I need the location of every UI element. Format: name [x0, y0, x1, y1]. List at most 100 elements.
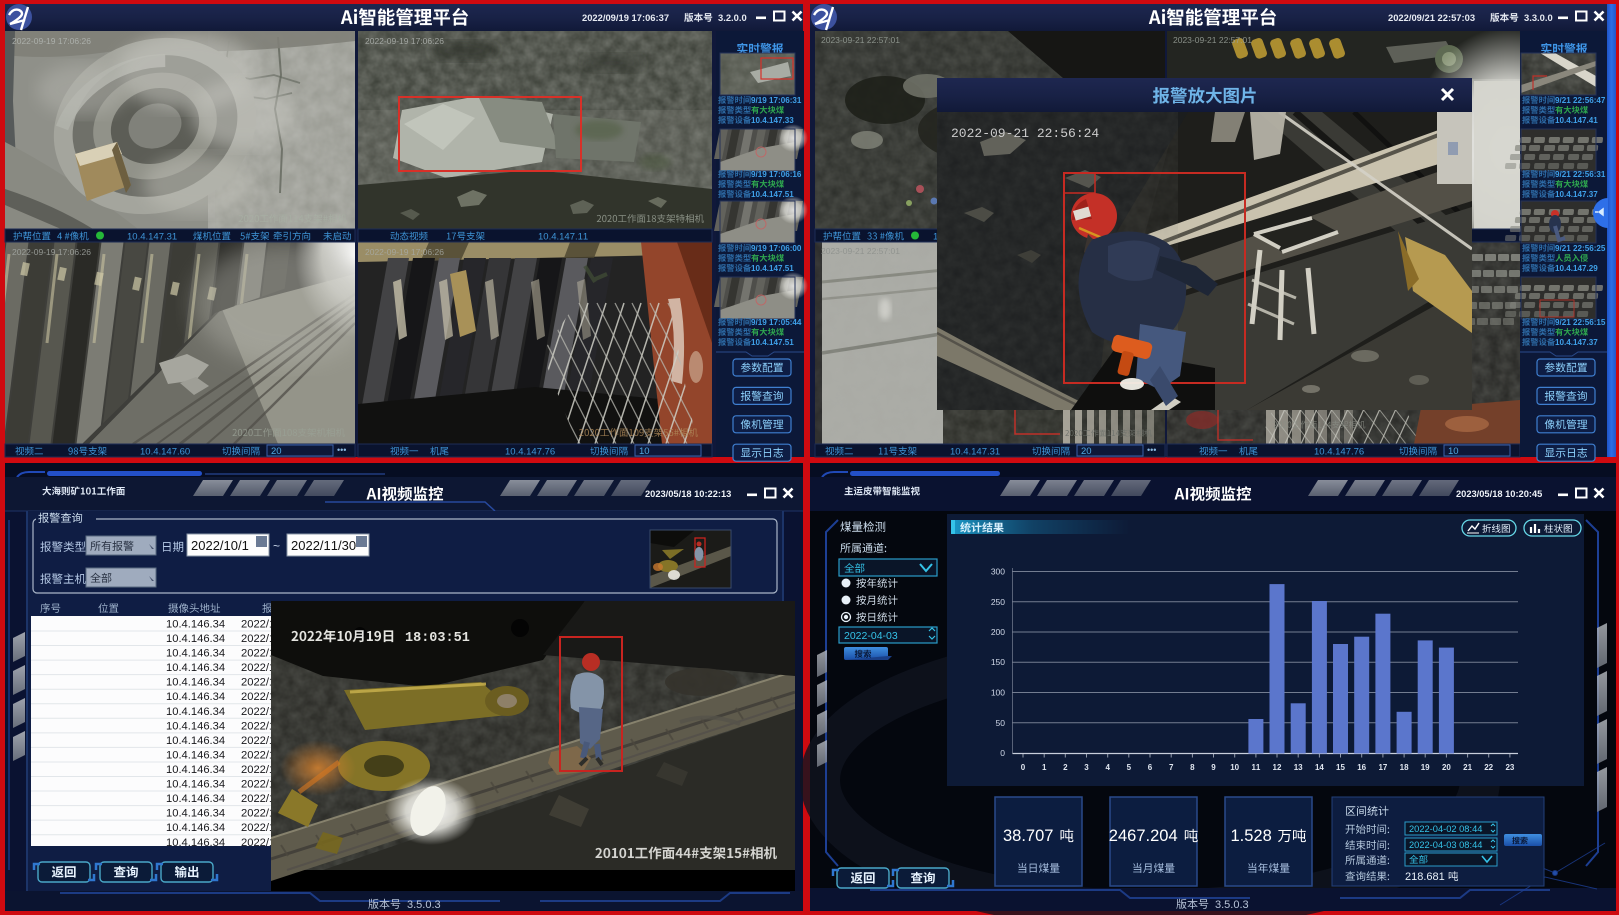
- svg-text:3: 3: [1084, 763, 1089, 772]
- svg-text:2022-09-19 17:06:26: 2022-09-19 17:06:26: [365, 247, 444, 257]
- svg-text:2023-09-21 22:57:01: 2023-09-21 22:57:01: [821, 35, 900, 45]
- svg-text:2022/09/19 17:06:37: 2022/09/19 17:06:37: [582, 12, 669, 23]
- svg-text:9: 9: [1211, 763, 1216, 772]
- svg-text:10.4.146.34: 10.4.146.34: [166, 779, 225, 791]
- svg-text:10.4.147.76: 10.4.147.76: [505, 447, 555, 458]
- svg-text:2022-09-21 22:56:24: 2022-09-21 22:56:24: [951, 126, 1099, 141]
- svg-text:4: 4: [1105, 763, 1110, 772]
- svg-text:23: 23: [1505, 763, 1514, 772]
- svg-text:1: 1: [1042, 763, 1047, 772]
- svg-text:10.4.147.37: 10.4.147.37: [1555, 338, 1598, 347]
- svg-text:14: 14: [1315, 763, 1324, 772]
- svg-text:2467.204: 2467.204: [1109, 827, 1178, 845]
- svg-text:17: 17: [1378, 763, 1387, 772]
- svg-text:10.4.146.34: 10.4.146.34: [166, 633, 225, 645]
- svg-text:10: 10: [1230, 763, 1239, 772]
- svg-text:10.4.146.34: 10.4.146.34: [166, 619, 225, 631]
- svg-text:2023/05/18 10:22:13: 2023/05/18 10:22:13: [645, 489, 731, 499]
- svg-text:2023-09-21 22:57:01: 2023-09-21 22:57:01: [821, 246, 900, 256]
- svg-text:2023/05/18 10:20:45: 2023/05/18 10:20:45: [1456, 489, 1542, 499]
- svg-text:2022-04-03: 2022-04-03: [844, 630, 898, 642]
- svg-text:3.2.0.0: 3.2.0.0: [718, 12, 747, 23]
- svg-text:1.528: 1.528: [1231, 827, 1272, 845]
- svg-text:150: 150: [991, 657, 1005, 667]
- svg-text:9/19 17:06:31: 9/19 17:06:31: [751, 96, 802, 105]
- svg-text:38.707: 38.707: [1003, 827, 1053, 845]
- svg-text:10.4.147.41: 10.4.147.41: [1555, 116, 1598, 125]
- svg-text:9/19 17:05:44: 9/19 17:05:44: [751, 318, 802, 327]
- svg-text:2022/10/1: 2022/10/1: [191, 538, 249, 553]
- svg-text:10.4.146.34: 10.4.146.34: [166, 764, 225, 776]
- svg-text:20: 20: [1442, 763, 1451, 772]
- svg-text:12: 12: [1273, 763, 1282, 772]
- svg-text:16: 16: [1357, 763, 1366, 772]
- svg-text:20: 20: [271, 446, 282, 457]
- svg-text:10.4.147.31: 10.4.147.31: [127, 232, 177, 243]
- svg-text:9/21 22:56:47: 9/21 22:56:47: [1555, 96, 1606, 105]
- svg-text:18: 18: [1400, 763, 1409, 772]
- svg-text:2022-09-19 17:06:26: 2022-09-19 17:06:26: [12, 36, 91, 46]
- svg-text:10.4.146.34: 10.4.146.34: [166, 822, 225, 834]
- svg-text:6: 6: [1148, 763, 1153, 772]
- svg-text:10.4.146.34: 10.4.146.34: [166, 648, 225, 660]
- svg-text:10.4.147.51: 10.4.147.51: [751, 338, 794, 347]
- svg-text:20: 20: [1081, 446, 1092, 457]
- svg-text:218.681: 218.681: [1405, 871, 1445, 883]
- svg-text:10: 10: [1448, 446, 1459, 457]
- svg-text:200: 200: [991, 627, 1005, 637]
- svg-text:21: 21: [1463, 763, 1472, 772]
- svg-text:10.4.146.34: 10.4.146.34: [166, 793, 225, 805]
- svg-text:3.5.0.3: 3.5.0.3: [407, 899, 441, 911]
- svg-text:10.4.146.34: 10.4.146.34: [166, 750, 225, 762]
- svg-text:10.4.146.34: 10.4.146.34: [166, 720, 225, 732]
- svg-text:10.4.147.76: 10.4.147.76: [1314, 447, 1364, 458]
- svg-text:10.4.147.60: 10.4.147.60: [140, 447, 190, 458]
- svg-text:11: 11: [1251, 763, 1260, 772]
- svg-text:2022/09/21 22:57:03: 2022/09/21 22:57:03: [1388, 12, 1475, 23]
- svg-text:10.4.147.29: 10.4.147.29: [1555, 264, 1598, 273]
- svg-text:•••: •••: [337, 445, 346, 455]
- svg-text:10.4.146.34: 10.4.146.34: [166, 808, 225, 820]
- svg-text:9/21 22:56:31: 9/21 22:56:31: [1555, 170, 1606, 179]
- svg-text:7: 7: [1169, 763, 1174, 772]
- svg-text:10.4.147.33: 10.4.147.33: [751, 116, 794, 125]
- svg-text:10.4.146.34: 10.4.146.34: [166, 677, 225, 689]
- svg-text:0: 0: [1021, 763, 1026, 772]
- svg-text:8: 8: [1190, 763, 1195, 772]
- svg-text:22: 22: [1484, 763, 1493, 772]
- svg-text:•••: •••: [1147, 445, 1156, 455]
- svg-text:300: 300: [991, 567, 1005, 577]
- svg-text:10.4.146.34: 10.4.146.34: [166, 735, 225, 747]
- svg-text:19: 19: [1421, 763, 1430, 772]
- svg-text:15: 15: [1336, 763, 1345, 772]
- svg-text:3.3.0.0: 3.3.0.0: [1524, 12, 1553, 23]
- svg-text:2022-09-19 17:06:26: 2022-09-19 17:06:26: [365, 36, 444, 46]
- svg-text:100: 100: [991, 688, 1005, 698]
- svg-text:2022-09-19 17:06:26: 2022-09-19 17:06:26: [12, 247, 91, 257]
- svg-text:10.4.147.11: 10.4.147.11: [538, 232, 588, 243]
- svg-text:~: ~: [273, 539, 280, 553]
- svg-text:0: 0: [1000, 748, 1005, 758]
- svg-text:18:03:51: 18:03:51: [405, 631, 470, 646]
- svg-text:2022-04-03 08:44: 2022-04-03 08:44: [1409, 840, 1482, 850]
- svg-text:9/21 22:56:15: 9/21 22:56:15: [1555, 318, 1606, 327]
- svg-text:13: 13: [1294, 763, 1303, 772]
- svg-text:10.4.147.37: 10.4.147.37: [1555, 190, 1598, 199]
- svg-text:5: 5: [1127, 763, 1132, 772]
- svg-text:9/19 17:06:00: 9/19 17:06:00: [751, 244, 802, 253]
- svg-text:2023-09-21 22:57:01: 2023-09-21 22:57:01: [1173, 35, 1252, 45]
- svg-text:10: 10: [639, 446, 650, 457]
- svg-text:3.5.0.3: 3.5.0.3: [1215, 899, 1249, 911]
- svg-text:10.4.147.31: 10.4.147.31: [950, 447, 1000, 458]
- svg-text:50: 50: [996, 718, 1006, 728]
- svg-text:10.4.146.34: 10.4.146.34: [166, 706, 225, 718]
- svg-text:10.4.146.34: 10.4.146.34: [166, 662, 225, 674]
- svg-text:10.4.147.51: 10.4.147.51: [751, 190, 794, 199]
- svg-text:250: 250: [991, 597, 1005, 607]
- svg-text:2: 2: [1063, 763, 1068, 772]
- svg-text:10.4.146.34: 10.4.146.34: [166, 691, 225, 703]
- svg-text:9/21 22:56:25: 9/21 22:56:25: [1555, 244, 1606, 253]
- svg-text:10.4.147.51: 10.4.147.51: [751, 264, 794, 273]
- svg-text:2022/11/30: 2022/11/30: [291, 538, 356, 553]
- svg-text:2022-04-02 08:44: 2022-04-02 08:44: [1409, 824, 1482, 834]
